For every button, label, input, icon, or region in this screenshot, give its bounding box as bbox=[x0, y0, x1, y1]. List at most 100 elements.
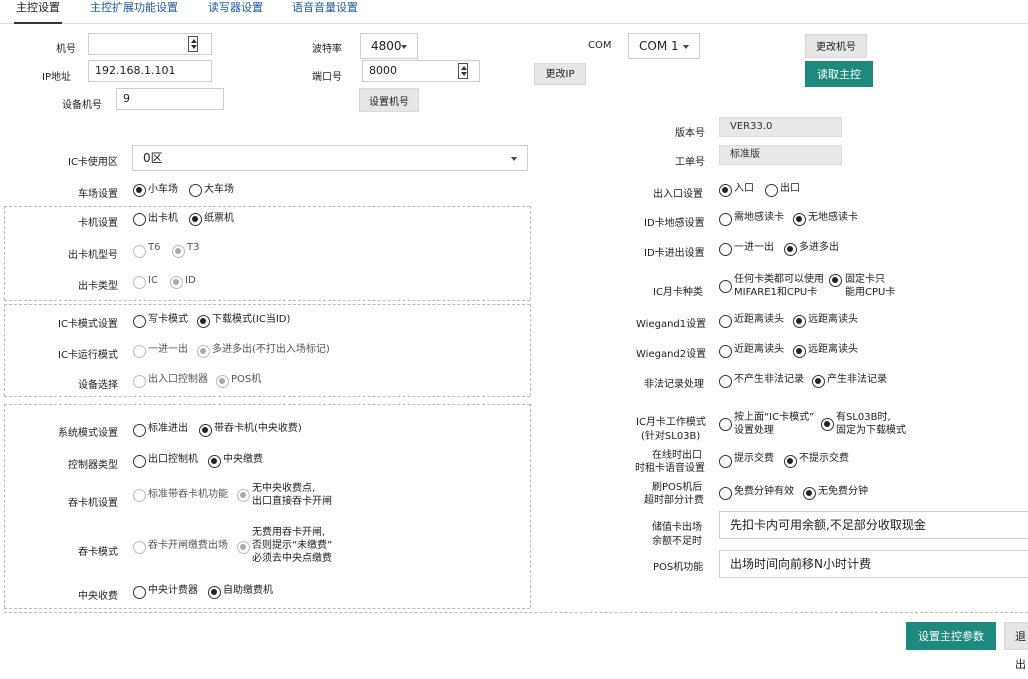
jihao-stepper[interactable] bbox=[188, 36, 198, 52]
out-model-t3-radio[interactable] bbox=[172, 245, 185, 258]
online-voice-none-radio[interactable] bbox=[784, 455, 797, 468]
pos-billing-none-label: 无免费分钟 bbox=[818, 486, 868, 497]
ctrl-type-exit-radio[interactable] bbox=[133, 455, 146, 468]
out-model-t6-radio[interactable] bbox=[133, 245, 146, 258]
entrance-in-radio[interactable] bbox=[719, 184, 732, 197]
wiegand2-near-radio[interactable] bbox=[719, 345, 732, 358]
stored-select[interactable]: 先扣卡内可用余额,不足部分收取现金 bbox=[719, 511, 1028, 539]
entrance-out-radio[interactable] bbox=[765, 184, 778, 197]
pos-billing-free-radio[interactable] bbox=[719, 487, 732, 500]
illegal-record-radio[interactable] bbox=[812, 375, 825, 388]
id-sense-label: ID卡地感设置 bbox=[644, 218, 705, 229]
swallow-set-direct-label-2: 出口直接吞卡开闸 bbox=[252, 496, 332, 507]
id-inout-single-radio[interactable] bbox=[719, 243, 732, 256]
ic-month-cpu-radio[interactable] bbox=[829, 274, 842, 287]
pos-billing-label-2: 超时部分计费 bbox=[644, 495, 704, 506]
card-machine-out-radio[interactable] bbox=[133, 213, 146, 226]
ctrl-type-central-radio[interactable] bbox=[208, 455, 221, 468]
tab-master-settings[interactable]: 主控设置 bbox=[14, 0, 62, 24]
change-ip-button[interactable]: 更改IP bbox=[534, 63, 586, 85]
swallow-mode-pay-label: 吞卡开闸缴费出场 bbox=[148, 540, 228, 551]
illegal-none-radio[interactable] bbox=[719, 375, 732, 388]
swallow-mode-prompt-label-3: 必须去中央点缴费 bbox=[252, 553, 332, 564]
parking-large-radio[interactable] bbox=[189, 184, 202, 197]
central-billing-label: 中央计费器 bbox=[148, 585, 198, 596]
baud-select[interactable]: 4800 bbox=[360, 33, 418, 59]
ctrl-type-central-label: 中央缴费 bbox=[223, 454, 263, 465]
port-stepper[interactable] bbox=[458, 63, 468, 79]
ic-work-label-2: (针对SL03B) bbox=[641, 431, 701, 442]
group-divider bbox=[4, 206, 5, 300]
wiegand2-label: Wiegand2设置 bbox=[636, 349, 707, 360]
wiegand1-label: Wiegand1设置 bbox=[636, 319, 707, 330]
parking-small-radio[interactable] bbox=[133, 184, 146, 197]
wiegand1-near-radio[interactable] bbox=[719, 315, 732, 328]
ic-work-fixed-label-2: 固定为下载模式 bbox=[836, 425, 906, 436]
tab-master-extended[interactable]: 主控扩展功能设置 bbox=[88, 0, 180, 24]
ic-mode-download-label: 下载模式(IC当ID) bbox=[212, 314, 291, 325]
sys-mode-swallow-radio[interactable] bbox=[199, 424, 212, 437]
tab-voice-volume[interactable]: 语音音量设置 bbox=[290, 0, 360, 24]
pos-func-select[interactable]: 出场时间向前移N小时计费 bbox=[719, 550, 1028, 578]
tab-reader-settings[interactable]: 读写器设置 bbox=[206, 0, 265, 24]
save-master-params-button[interactable]: 设置主控参数 bbox=[906, 622, 996, 650]
ic-run-multi-radio[interactable] bbox=[197, 345, 210, 358]
ic-area-select[interactable]: 0区 bbox=[132, 145, 528, 171]
device-pos-radio[interactable] bbox=[216, 375, 229, 388]
central-billing-radio[interactable] bbox=[133, 586, 146, 599]
id-inout-single-label: 一进一出 bbox=[734, 242, 774, 253]
ic-month-cpu-label-2: 能用CPU卡 bbox=[845, 287, 896, 298]
wiegand1-far-radio[interactable] bbox=[793, 315, 806, 328]
card-machine-paper-radio[interactable] bbox=[189, 213, 202, 226]
change-no-button[interactable]: 更改机号 bbox=[805, 34, 867, 58]
read-master-button[interactable]: 读取主控 bbox=[805, 61, 873, 87]
ic-work-label-1: IC月卡工作模式 bbox=[636, 417, 706, 428]
swallow-set-direct-label-1: 无中央收费点, bbox=[252, 483, 316, 494]
online-voice-prompt-radio[interactable] bbox=[719, 455, 732, 468]
swallow-mode-pay-radio[interactable] bbox=[133, 541, 146, 554]
group-divider bbox=[530, 304, 531, 396]
entrance-label: 出入口设置 bbox=[653, 189, 703, 200]
exit-button[interactable]: 退出 bbox=[1004, 622, 1028, 671]
sys-mode-label: 系统模式设置 bbox=[58, 428, 118, 439]
device-no-input[interactable]: 9 bbox=[116, 88, 224, 110]
swallow-mode-prompt-radio[interactable] bbox=[237, 541, 250, 554]
sys-mode-standard-radio[interactable] bbox=[133, 424, 146, 437]
group-divider bbox=[4, 396, 530, 397]
ctrl-type-label: 控制器类型 bbox=[68, 460, 118, 471]
id-sense-none-radio[interactable] bbox=[793, 213, 806, 226]
group-divider bbox=[4, 404, 530, 405]
group-divider bbox=[530, 206, 531, 300]
wiegand2-far-label: 远距离读头 bbox=[808, 344, 858, 355]
ic-mode-write-radio[interactable] bbox=[133, 315, 146, 328]
ic-mode-download-radio[interactable] bbox=[197, 315, 210, 328]
out-model-t3-label: T3 bbox=[187, 242, 200, 253]
ic-mode-label: IC卡模式设置 bbox=[58, 319, 118, 330]
out-type-id-radio[interactable] bbox=[170, 276, 183, 289]
wiegand2-far-radio[interactable] bbox=[793, 345, 806, 358]
id-sense-need-radio[interactable] bbox=[719, 213, 732, 226]
out-type-ic-radio[interactable] bbox=[133, 276, 146, 289]
ic-run-single-radio[interactable] bbox=[133, 345, 146, 358]
ic-work-follow-label-2: 设置处理 bbox=[734, 425, 774, 436]
com-select[interactable]: COM 1 bbox=[628, 33, 700, 59]
out-type-label: 出卡类型 bbox=[78, 281, 118, 292]
central-self-pay-radio[interactable] bbox=[208, 586, 221, 599]
group-divider bbox=[530, 404, 531, 608]
id-inout-multi-radio[interactable] bbox=[784, 243, 797, 256]
out-model-label: 出卡机型号 bbox=[68, 250, 118, 261]
ic-run-multi-label: 多进多出(不打出入场标记) bbox=[212, 344, 330, 355]
swallow-set-direct-radio[interactable] bbox=[237, 489, 250, 502]
pos-billing-none-radio[interactable] bbox=[803, 487, 816, 500]
ic-work-fixed-radio[interactable] bbox=[821, 418, 834, 431]
version-value: VER33.0 bbox=[719, 117, 842, 137]
ic-month-any-radio[interactable] bbox=[719, 280, 732, 293]
group-divider bbox=[4, 608, 530, 609]
ip-input[interactable]: 192.168.1.101 bbox=[88, 60, 212, 82]
swallow-set-standard-radio[interactable] bbox=[133, 489, 146, 502]
set-device-no-button[interactable]: 设置机号 bbox=[359, 88, 419, 112]
device-controller-radio[interactable] bbox=[133, 375, 146, 388]
ic-work-follow-radio[interactable] bbox=[719, 418, 732, 431]
id-sense-none-label: 无地感读卡 bbox=[808, 212, 858, 223]
ctrl-type-exit-label: 出口控制机 bbox=[148, 454, 198, 465]
